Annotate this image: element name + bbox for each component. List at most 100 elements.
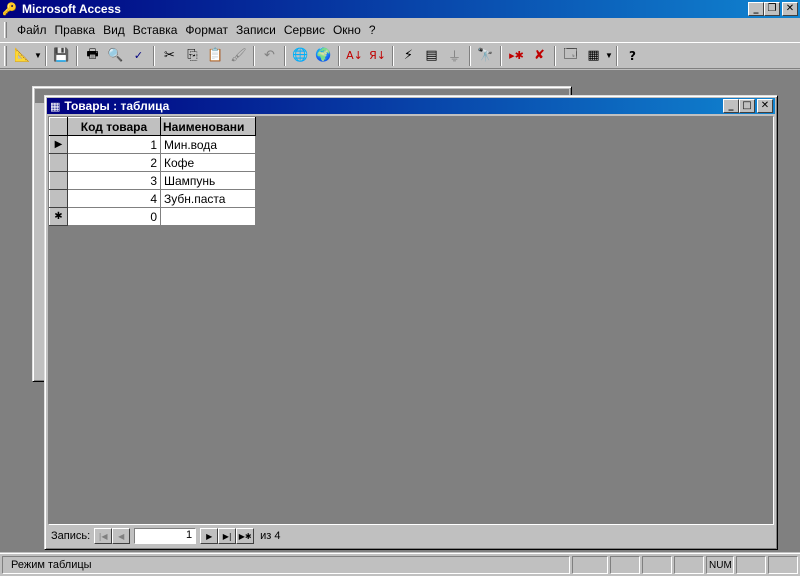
current-record-indicator[interactable]: ▶ bbox=[49, 135, 68, 154]
datasheet-grid: Код товара Наименовани ▶ 1 Мин.вода 2 Кофе 3 Ш… bbox=[48, 116, 774, 525]
cell-name[interactable]: Кофе bbox=[160, 153, 256, 172]
delete-record-icon[interactable]: ✘ bbox=[528, 45, 551, 67]
record-selector[interactable] bbox=[49, 189, 68, 208]
toolbar-separator bbox=[253, 45, 255, 66]
cell-code[interactable]: 2 bbox=[67, 153, 161, 172]
record-selector[interactable] bbox=[49, 171, 68, 190]
table-close-button[interactable]: ✕ bbox=[757, 99, 773, 113]
spelling-icon[interactable]: ✓ bbox=[127, 45, 150, 67]
minimize-button[interactable]: _ bbox=[748, 2, 764, 16]
table-row[interactable]: 3 Шампунь bbox=[49, 171, 256, 190]
view-design-icon[interactable]: 📐 bbox=[11, 45, 34, 67]
menu-format[interactable]: Формат bbox=[181, 23, 232, 37]
apply-filter-icon[interactable]: ⏚ bbox=[443, 45, 466, 67]
last-record-button[interactable]: ▶| bbox=[218, 528, 237, 544]
record-navigator: Запись: |◀ ◀ 1 ▶ ▶| ▶✱ из 4 bbox=[48, 526, 774, 546]
status-text: Режим таблицы bbox=[2, 556, 570, 574]
toolbar-separator bbox=[500, 45, 502, 66]
first-record-button[interactable]: |◀ bbox=[94, 528, 113, 544]
new-record-nav-button[interactable]: ▶✱ bbox=[236, 528, 255, 544]
select-all-corner[interactable] bbox=[49, 117, 68, 136]
menu-grip[interactable] bbox=[4, 22, 7, 38]
previous-record-button[interactable]: ◀ bbox=[112, 528, 131, 544]
access-key-icon: 🔑 bbox=[2, 2, 17, 16]
datasheet-icon: ▦ bbox=[50, 99, 61, 113]
filter-by-selection-icon[interactable]: ⚡ bbox=[397, 45, 420, 67]
menu-view[interactable]: Вид bbox=[99, 23, 129, 37]
cut-icon[interactable]: ✂ bbox=[158, 45, 181, 67]
table-row[interactable]: 2 Кофе bbox=[49, 153, 256, 172]
cell-code[interactable]: 3 bbox=[67, 171, 161, 190]
toolbar-separator bbox=[284, 45, 286, 66]
insert-hyperlink-icon[interactable]: 🌐 bbox=[289, 45, 312, 67]
status-indicator bbox=[674, 556, 704, 574]
status-indicator bbox=[736, 556, 766, 574]
paste-icon[interactable]: 📋 bbox=[204, 45, 227, 67]
close-button[interactable]: ✕ bbox=[782, 2, 798, 16]
cell-name[interactable]: Шампунь bbox=[160, 171, 256, 190]
column-header-code[interactable]: Код товара bbox=[67, 117, 161, 136]
find-icon[interactable]: 🔭 bbox=[474, 45, 497, 67]
record-number-input[interactable]: 1 bbox=[134, 528, 197, 544]
status-indicator bbox=[610, 556, 640, 574]
undo-icon[interactable]: ↶ bbox=[258, 45, 281, 67]
help-icon[interactable]: ? bbox=[621, 45, 644, 67]
table-row[interactable]: 4 Зубн.паста bbox=[49, 189, 256, 208]
sort-ascending-icon[interactable]: A↓ bbox=[343, 45, 366, 67]
cell-name[interactable] bbox=[160, 207, 256, 226]
new-object-icon[interactable]: ▦ bbox=[582, 45, 605, 67]
new-record-indicator[interactable]: ✱ bbox=[49, 207, 68, 226]
toolbar-separator bbox=[554, 45, 556, 66]
print-preview-icon[interactable]: 🔍 bbox=[104, 45, 127, 67]
table-window-title: Товары : таблица bbox=[64, 99, 170, 113]
table-window-title-bar[interactable]: ▦ Товары : таблица _ □ ✕ bbox=[47, 98, 775, 114]
toolbar-separator bbox=[153, 45, 155, 66]
database-window-icon[interactable]: 🗔 bbox=[559, 45, 582, 67]
table-maximize-button[interactable]: □ bbox=[739, 99, 755, 113]
column-header-name[interactable]: Наименовани bbox=[160, 117, 256, 136]
horizontal-scroll-area[interactable] bbox=[289, 528, 774, 544]
table-minimize-button[interactable]: _ bbox=[723, 99, 739, 113]
menu-edit[interactable]: Правка bbox=[51, 23, 100, 37]
copy-icon[interactable]: ⎘ bbox=[181, 45, 204, 67]
next-record-button[interactable]: ▶ bbox=[200, 528, 219, 544]
chevron-down-icon[interactable]: ▼ bbox=[605, 51, 613, 60]
status-indicator bbox=[642, 556, 672, 574]
cell-name[interactable]: Мин.вода bbox=[160, 135, 256, 154]
status-indicator bbox=[768, 556, 798, 574]
toolbar-separator bbox=[392, 45, 394, 66]
cell-code[interactable]: 1 bbox=[67, 135, 161, 154]
menu-tools[interactable]: Сервис bbox=[280, 23, 329, 37]
web-toolbar-icon[interactable]: 🌍 bbox=[312, 45, 335, 67]
toolbar-grip[interactable] bbox=[4, 45, 7, 66]
cell-code[interactable]: 0 bbox=[67, 207, 161, 226]
app-title: Microsoft Access bbox=[22, 2, 121, 16]
menu-window[interactable]: Окно bbox=[329, 23, 365, 37]
toolbar: 📐 ▼ 💾 🖶 🔍 ✓ ✂ ⎘ 📋 🖌 ↶ 🌐 🌍 A↓ Я↓ ⚡ ▤ ⏚ 🔭 … bbox=[0, 42, 800, 69]
toolbar-separator bbox=[469, 45, 471, 66]
cell-name[interactable]: Зубн.паста bbox=[160, 189, 256, 208]
menu-bar: Файл Правка Вид Вставка Формат Записи Се… bbox=[0, 20, 800, 40]
toolbar-separator bbox=[76, 45, 78, 66]
save-icon[interactable]: 💾 bbox=[50, 45, 73, 67]
menu-insert[interactable]: Вставка bbox=[129, 23, 182, 37]
new-record-icon[interactable]: ▸✱ bbox=[505, 45, 528, 67]
toolbar-separator bbox=[338, 45, 340, 66]
menu-records[interactable]: Записи bbox=[232, 23, 280, 37]
print-icon[interactable]: 🖶 bbox=[81, 45, 104, 67]
toolbar-separator bbox=[45, 45, 47, 66]
status-indicator bbox=[572, 556, 608, 574]
record-selector[interactable] bbox=[49, 153, 68, 172]
status-bar: Режим таблицы NUM bbox=[0, 553, 800, 576]
restore-button[interactable]: ❐ bbox=[764, 2, 780, 16]
cell-code[interactable]: 4 bbox=[67, 189, 161, 208]
table-row[interactable]: ▶ 1 Мин.вода bbox=[49, 135, 256, 154]
table-window[interactable]: ▦ Товары : таблица _ □ ✕ Код товара Наим… bbox=[44, 95, 778, 550]
format-painter-icon[interactable]: 🖌 bbox=[227, 45, 250, 67]
chevron-down-icon[interactable]: ▼ bbox=[34, 51, 42, 60]
table-row[interactable]: ✱ 0 bbox=[49, 207, 256, 226]
menu-help[interactable]: ? bbox=[365, 23, 380, 37]
sort-descending-icon[interactable]: Я↓ bbox=[366, 45, 389, 67]
filter-by-form-icon[interactable]: ▤ bbox=[420, 45, 443, 67]
menu-file[interactable]: Файл bbox=[13, 23, 51, 37]
